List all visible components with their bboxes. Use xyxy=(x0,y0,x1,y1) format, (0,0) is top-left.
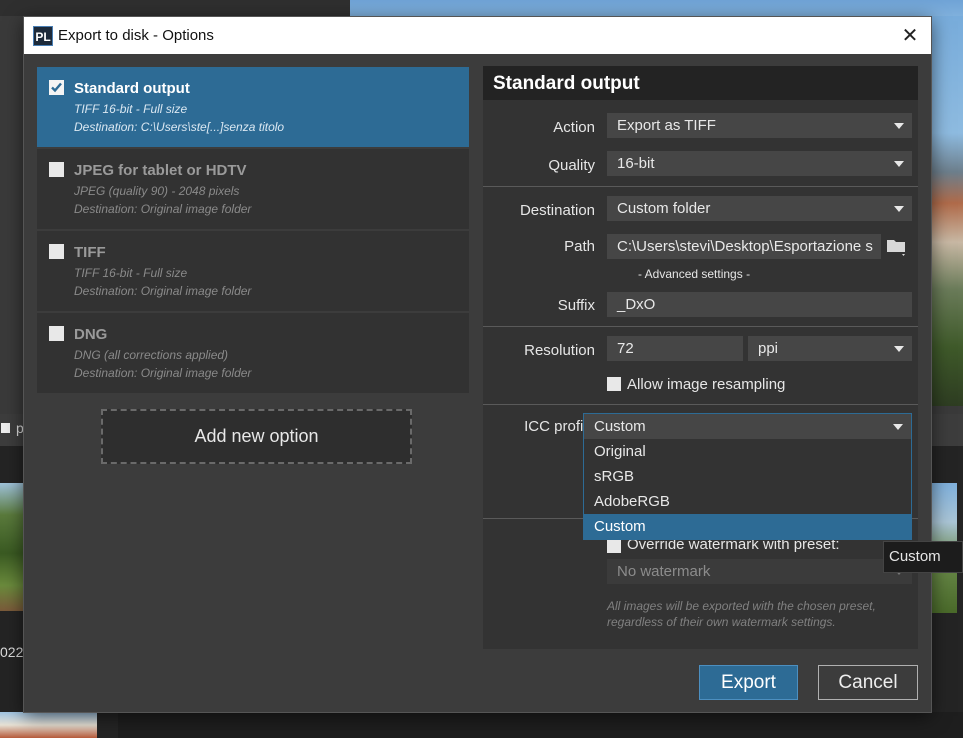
background-checkbox-label: p xyxy=(16,420,24,436)
suffix-label: Suffix xyxy=(557,297,595,314)
background-photo-preview xyxy=(931,16,963,406)
background-photo-sky xyxy=(350,0,963,16)
export-option-tiff[interactable]: TIFF TIFF 16-bit - Full size Destination… xyxy=(37,231,469,311)
icc-profile-select[interactable]: Custom xyxy=(584,414,911,439)
suffix-value: _DxO xyxy=(617,296,656,313)
action-value: Export as TIFF xyxy=(617,117,716,134)
export-option-dng[interactable]: DNG DNG (all corrections applied) Destin… xyxy=(37,313,469,393)
icc-option-original[interactable]: Original xyxy=(584,439,911,464)
chevron-down-icon xyxy=(894,346,904,352)
option-title: DNG xyxy=(74,326,108,343)
section-divider xyxy=(483,186,918,187)
action-label: Action xyxy=(553,119,595,136)
option-format: TIFF 16-bit - Full size xyxy=(74,102,188,116)
path-value: C:\Users\stevi\Desktop\Esportazione s xyxy=(617,238,873,255)
override-watermark-checkbox[interactable] xyxy=(607,539,621,553)
option-checkbox[interactable] xyxy=(49,162,64,177)
icc-option-srgb[interactable]: sRGB xyxy=(584,464,911,489)
option-format: DNG (all corrections applied) xyxy=(74,348,229,362)
allow-resampling-label: Allow image resampling xyxy=(627,376,786,393)
close-button[interactable]: ✕ xyxy=(897,23,923,49)
background-thumbnail[interactable] xyxy=(0,483,24,611)
destination-select[interactable]: Custom folder xyxy=(607,196,912,221)
path-input[interactable]: C:\Users\stevi\Desktop\Esportazione s xyxy=(607,234,881,259)
destination-label: Destination xyxy=(519,202,595,219)
add-new-option-button[interactable]: Add new option xyxy=(101,409,412,464)
checkmark-icon xyxy=(51,82,62,93)
resolution-unit-value: ppi xyxy=(758,340,779,357)
option-format: TIFF 16-bit - Full size xyxy=(74,266,188,280)
watermark-value: No watermark xyxy=(617,563,711,580)
background-filmstrip-bar xyxy=(118,712,963,738)
quality-select[interactable]: 16-bit xyxy=(607,151,912,176)
option-destination: Destination: Original image folder xyxy=(74,284,252,298)
icc-profile-dropdown[interactable]: Custom Original sRGB AdobeRGB Custom xyxy=(583,413,912,540)
option-title: JPEG for tablet or HDTV xyxy=(74,162,247,179)
chevron-down-icon xyxy=(894,161,904,167)
watermark-note: All images will be exported with the cho… xyxy=(607,598,876,630)
tooltip: Custom xyxy=(883,541,963,573)
option-checkbox[interactable] xyxy=(49,80,64,95)
chevron-down-icon xyxy=(894,206,904,212)
folder-icon[interactable] xyxy=(885,236,909,258)
option-settings-panel: Standard output Action Export as TIFF Qu… xyxy=(483,66,918,649)
option-format: JPEG (quality 90) - 2048 pixels xyxy=(74,184,240,198)
export-option-jpeg-tablet[interactable]: JPEG for tablet or HDTV JPEG (quality 90… xyxy=(37,149,469,229)
option-destination: Destination: C:\Users\ste[...]senza tito… xyxy=(74,120,285,134)
option-checkbox[interactable] xyxy=(49,326,64,341)
option-title: Standard output xyxy=(74,80,190,97)
export-button[interactable]: Export xyxy=(699,665,798,700)
action-select[interactable]: Export as TIFF xyxy=(607,113,912,138)
watermark-note-line: regardless of their own watermark settin… xyxy=(607,615,836,629)
option-title: TIFF xyxy=(74,244,106,261)
section-divider xyxy=(483,404,918,405)
icc-profile-label: ICC profile xyxy=(524,418,595,435)
resolution-input[interactable]: 72 xyxy=(607,336,743,361)
cancel-button[interactable]: Cancel xyxy=(818,665,918,700)
background-checkbox[interactable] xyxy=(1,423,10,433)
watermark-note-line: All images will be exported with the cho… xyxy=(607,599,876,613)
chevron-down-icon xyxy=(893,424,903,430)
destination-value: Custom folder xyxy=(617,200,711,217)
dialog-titlebar: PL Export to disk - Options ✕ xyxy=(24,17,931,54)
option-checkbox[interactable] xyxy=(49,244,64,259)
panel-header: Standard output xyxy=(483,66,918,100)
option-destination: Destination: Original image folder xyxy=(74,202,252,216)
close-icon: ✕ xyxy=(901,25,919,47)
export-options-dialog: PL Export to disk - Options ✕ Standard o… xyxy=(24,17,931,712)
photolab-logo-icon: PL xyxy=(33,26,53,46)
section-divider xyxy=(483,326,918,327)
resolution-label: Resolution xyxy=(524,342,595,359)
dialog-title: Export to disk - Options xyxy=(58,27,214,44)
export-option-standard-output[interactable]: Standard output TIFF 16-bit - Full size … xyxy=(37,67,469,147)
icc-option-adobergb[interactable]: AdobeRGB xyxy=(584,489,911,514)
icc-profile-value: Custom xyxy=(594,418,646,435)
path-label: Path xyxy=(564,238,595,255)
background-thumbnail[interactable] xyxy=(0,712,97,738)
icc-option-custom[interactable]: Custom xyxy=(584,514,911,539)
watermark-select[interactable]: No watermark xyxy=(607,559,912,584)
suffix-input[interactable]: _DxO xyxy=(607,292,912,317)
quality-label: Quality xyxy=(548,157,595,174)
advanced-settings-link[interactable]: - Advanced settings - xyxy=(638,267,750,281)
option-destination: Destination: Original image folder xyxy=(74,366,252,380)
chevron-down-icon xyxy=(894,123,904,129)
quality-value: 16-bit xyxy=(617,155,655,172)
panel-title: Standard output xyxy=(493,73,640,94)
resolution-value: 72 xyxy=(617,340,634,357)
resolution-unit-select[interactable]: ppi xyxy=(748,336,912,361)
allow-resampling-checkbox[interactable] xyxy=(607,377,621,391)
